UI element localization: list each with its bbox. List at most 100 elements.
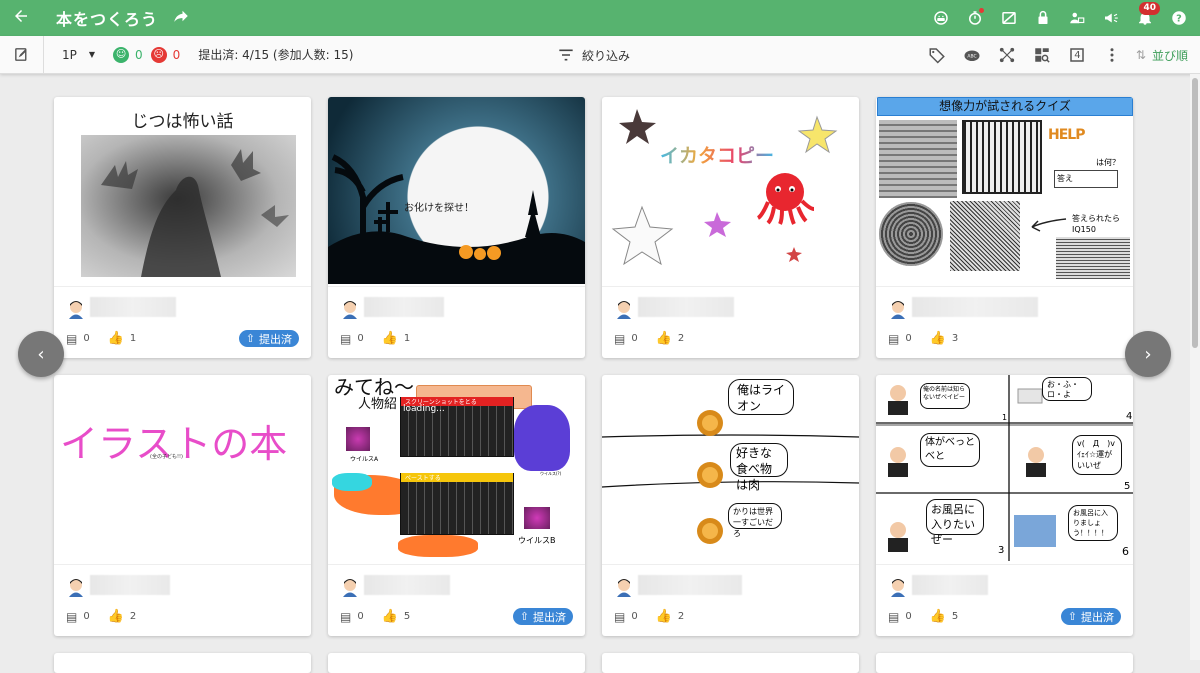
comment-icon[interactable]: ▤ <box>340 610 351 624</box>
back-arrow-icon[interactable] <box>12 0 42 36</box>
filter-icon <box>559 49 573 61</box>
sort-icon: ⇅ <box>1135 48 1146 62</box>
avatar <box>888 299 908 319</box>
comment-icon[interactable]: ▤ <box>66 610 77 624</box>
author-name-blurred <box>90 297 176 317</box>
filter-label: 絞り込み <box>582 48 631 63</box>
thumb-up-icon[interactable]: 👍 <box>382 609 398 624</box>
panel-number: 1 <box>1002 413 1008 422</box>
card[interactable]: イラストの本 (全の子ども!!) ▤ 0 👍 2 <box>54 375 311 636</box>
hint-text: 答えられたら IQ150 <box>1072 214 1120 234</box>
card[interactable]: みてね～ 人物紹 スクリーンショットをとる loading... ウイルスA ウ… <box>328 375 585 636</box>
card-thumbnail[interactable]: イラストの本 (全の子ども!!) <box>54 375 311 562</box>
image-search-icon[interactable] <box>1025 36 1060 74</box>
like-count: 5 <box>951 611 959 622</box>
megaphone-off-icon[interactable] <box>1094 0 1128 36</box>
thumb-up-icon[interactable]: 👍 <box>930 331 946 346</box>
card[interactable]: 想像力が試されるクイズ HELP 答え は何？ 答えられたら IQ150 ▤ 0… <box>876 97 1133 358</box>
card-caption: お化けを探せ！ <box>404 203 474 214</box>
card-thumbnail[interactable]: みてね～ 人物紹 スクリーンショットをとる loading... ウイルスA ウ… <box>328 375 585 562</box>
author-name-blurred <box>638 575 742 595</box>
virus-image <box>346 427 370 451</box>
panel-number: 5 <box>1124 481 1131 492</box>
card[interactable] <box>328 653 585 673</box>
speech-bubble: お・ふ・ロ・よ <box>1042 377 1092 401</box>
comment-icon[interactable]: ▤ <box>340 332 351 346</box>
page-selector[interactable]: 1P ▼ <box>62 48 95 62</box>
card[interactable]: 俺の名前は知らないぜベイビー お・ふ・ロ・よ 体がべっとべと v( Д )v ｲ… <box>876 375 1133 636</box>
more-vert-icon[interactable] <box>1095 36 1130 74</box>
card-thumbnail[interactable]: 想像力が試されるクイズ HELP 答え は何？ 答えられたら IQ150 <box>876 97 1133 284</box>
dropdown-arrow-icon: ▼ <box>88 50 96 59</box>
arrow-icon <box>1031 218 1067 232</box>
card[interactable]: お化けを探せ！ ▤ 0 👍 1 <box>328 97 585 358</box>
comment-icon[interactable]: ▤ <box>66 332 77 346</box>
share-nodes-icon[interactable] <box>990 36 1025 74</box>
app-bar: 本をつくろう 40 ? <box>0 0 1200 36</box>
like-count: 1 <box>403 333 411 344</box>
person-icon <box>1026 447 1046 477</box>
card[interactable]: 俺はライオン 好きな食べ物は肉 かりは世界一すごいだろ ▤ 0 👍 2 <box>602 375 859 636</box>
card-thumbnail[interactable]: お化けを探せ！ <box>328 97 585 284</box>
thumb-up-icon[interactable]: 👍 <box>108 331 124 346</box>
subtitle-text: 人物紹 <box>358 397 398 412</box>
thumb-up-icon[interactable]: 👍 <box>108 609 124 624</box>
card-thumbnail[interactable]: 俺の名前は知らないぜベイビー お・ふ・ロ・よ 体がべっとべと v( Д )v ｲ… <box>876 375 1133 562</box>
submitted-badge-label: 提出済 <box>1081 610 1114 624</box>
answer-box: 答え <box>1054 170 1118 188</box>
face-mask-icon[interactable] <box>924 0 958 36</box>
author-name-blurred <box>638 297 734 317</box>
keyboard-image: ペーストする <box>400 473 514 535</box>
prev-page-button[interactable]: ‹ <box>18 331 64 377</box>
card[interactable] <box>54 653 311 673</box>
sort-button[interactable]: ⇅ 並び順 <box>1136 47 1188 64</box>
thumb-up-icon[interactable]: 👍 <box>382 331 398 346</box>
people-off-icon[interactable] <box>1060 0 1094 36</box>
loading-text: loading... <box>403 404 445 414</box>
edit-note-icon[interactable] <box>0 35 44 74</box>
timer-icon[interactable] <box>958 0 992 36</box>
comment-icon[interactable]: ▤ <box>614 610 625 624</box>
card[interactable]: イカタコピー ▤ 0 👍 2 <box>602 97 859 358</box>
comment-count: 0 <box>905 333 912 344</box>
upload-icon: ⇧ <box>519 610 529 623</box>
comment-icon[interactable]: ▤ <box>614 332 625 346</box>
filter-button[interactable]: 絞り込み <box>558 36 630 74</box>
bell-icon[interactable]: 40 <box>1128 0 1162 36</box>
avatar <box>614 577 634 597</box>
card[interactable]: じつは怖い話 ▤ 0 👍 1 ⇧ 提出済 <box>54 97 311 358</box>
smile-face-icon[interactable]: ☺ <box>113 46 130 63</box>
ghost-photo <box>81 135 296 277</box>
page-number-icon[interactable]: 4 <box>1060 36 1095 74</box>
card-title: 想像力が試されるクイズ <box>877 97 1133 116</box>
like-count: 2 <box>677 333 685 344</box>
maze-image <box>962 120 1042 194</box>
lock-icon[interactable] <box>1026 0 1060 36</box>
panel-number: 6 <box>1122 545 1129 558</box>
thumb-up-icon[interactable]: 👍 <box>656 331 672 346</box>
comment-icon[interactable]: ▤ <box>888 610 899 624</box>
card-thumbnail[interactable]: イカタコピー <box>602 97 859 284</box>
card-grid: じつは怖い話 ▤ 0 👍 1 ⇧ 提出済 お化けを探せ！ ▤ 0 👍 1 イカタ… <box>0 74 1190 673</box>
sad-face-icon[interactable]: ☹ <box>150 46 167 63</box>
spellcheck-cloud-icon[interactable]: ABC <box>955 36 990 74</box>
card-footer: ▤ 0 👍 5 ⇧ 提出済 <box>876 564 1133 636</box>
virus-b-label: ウイルスB <box>518 536 556 545</box>
purple-character <box>514 405 570 471</box>
thumb-up-icon[interactable]: 👍 <box>656 609 672 624</box>
share-arrow-icon[interactable] <box>172 7 190 29</box>
help-icon[interactable]: ? <box>1162 0 1196 36</box>
speech-bubble: お風呂に入りましょう！！！！ <box>1068 505 1118 541</box>
card[interactable] <box>602 653 859 673</box>
scrollbar-thumb[interactable] <box>1192 78 1198 348</box>
no-image-icon[interactable] <box>992 0 1026 36</box>
next-page-button[interactable]: › <box>1125 331 1171 377</box>
card-thumbnail[interactable]: じつは怖い話 <box>54 97 311 284</box>
page-number-value: 4 <box>1074 49 1081 61</box>
thumb-up-icon[interactable]: 👍 <box>930 609 946 624</box>
card[interactable] <box>876 653 1133 673</box>
card-thumbnail[interactable]: 俺はライオン 好きな食べ物は肉 かりは世界一すごいだろ <box>602 375 859 562</box>
avatar <box>66 299 86 319</box>
comment-icon[interactable]: ▤ <box>888 332 899 346</box>
tag-icon[interactable] <box>920 36 955 74</box>
